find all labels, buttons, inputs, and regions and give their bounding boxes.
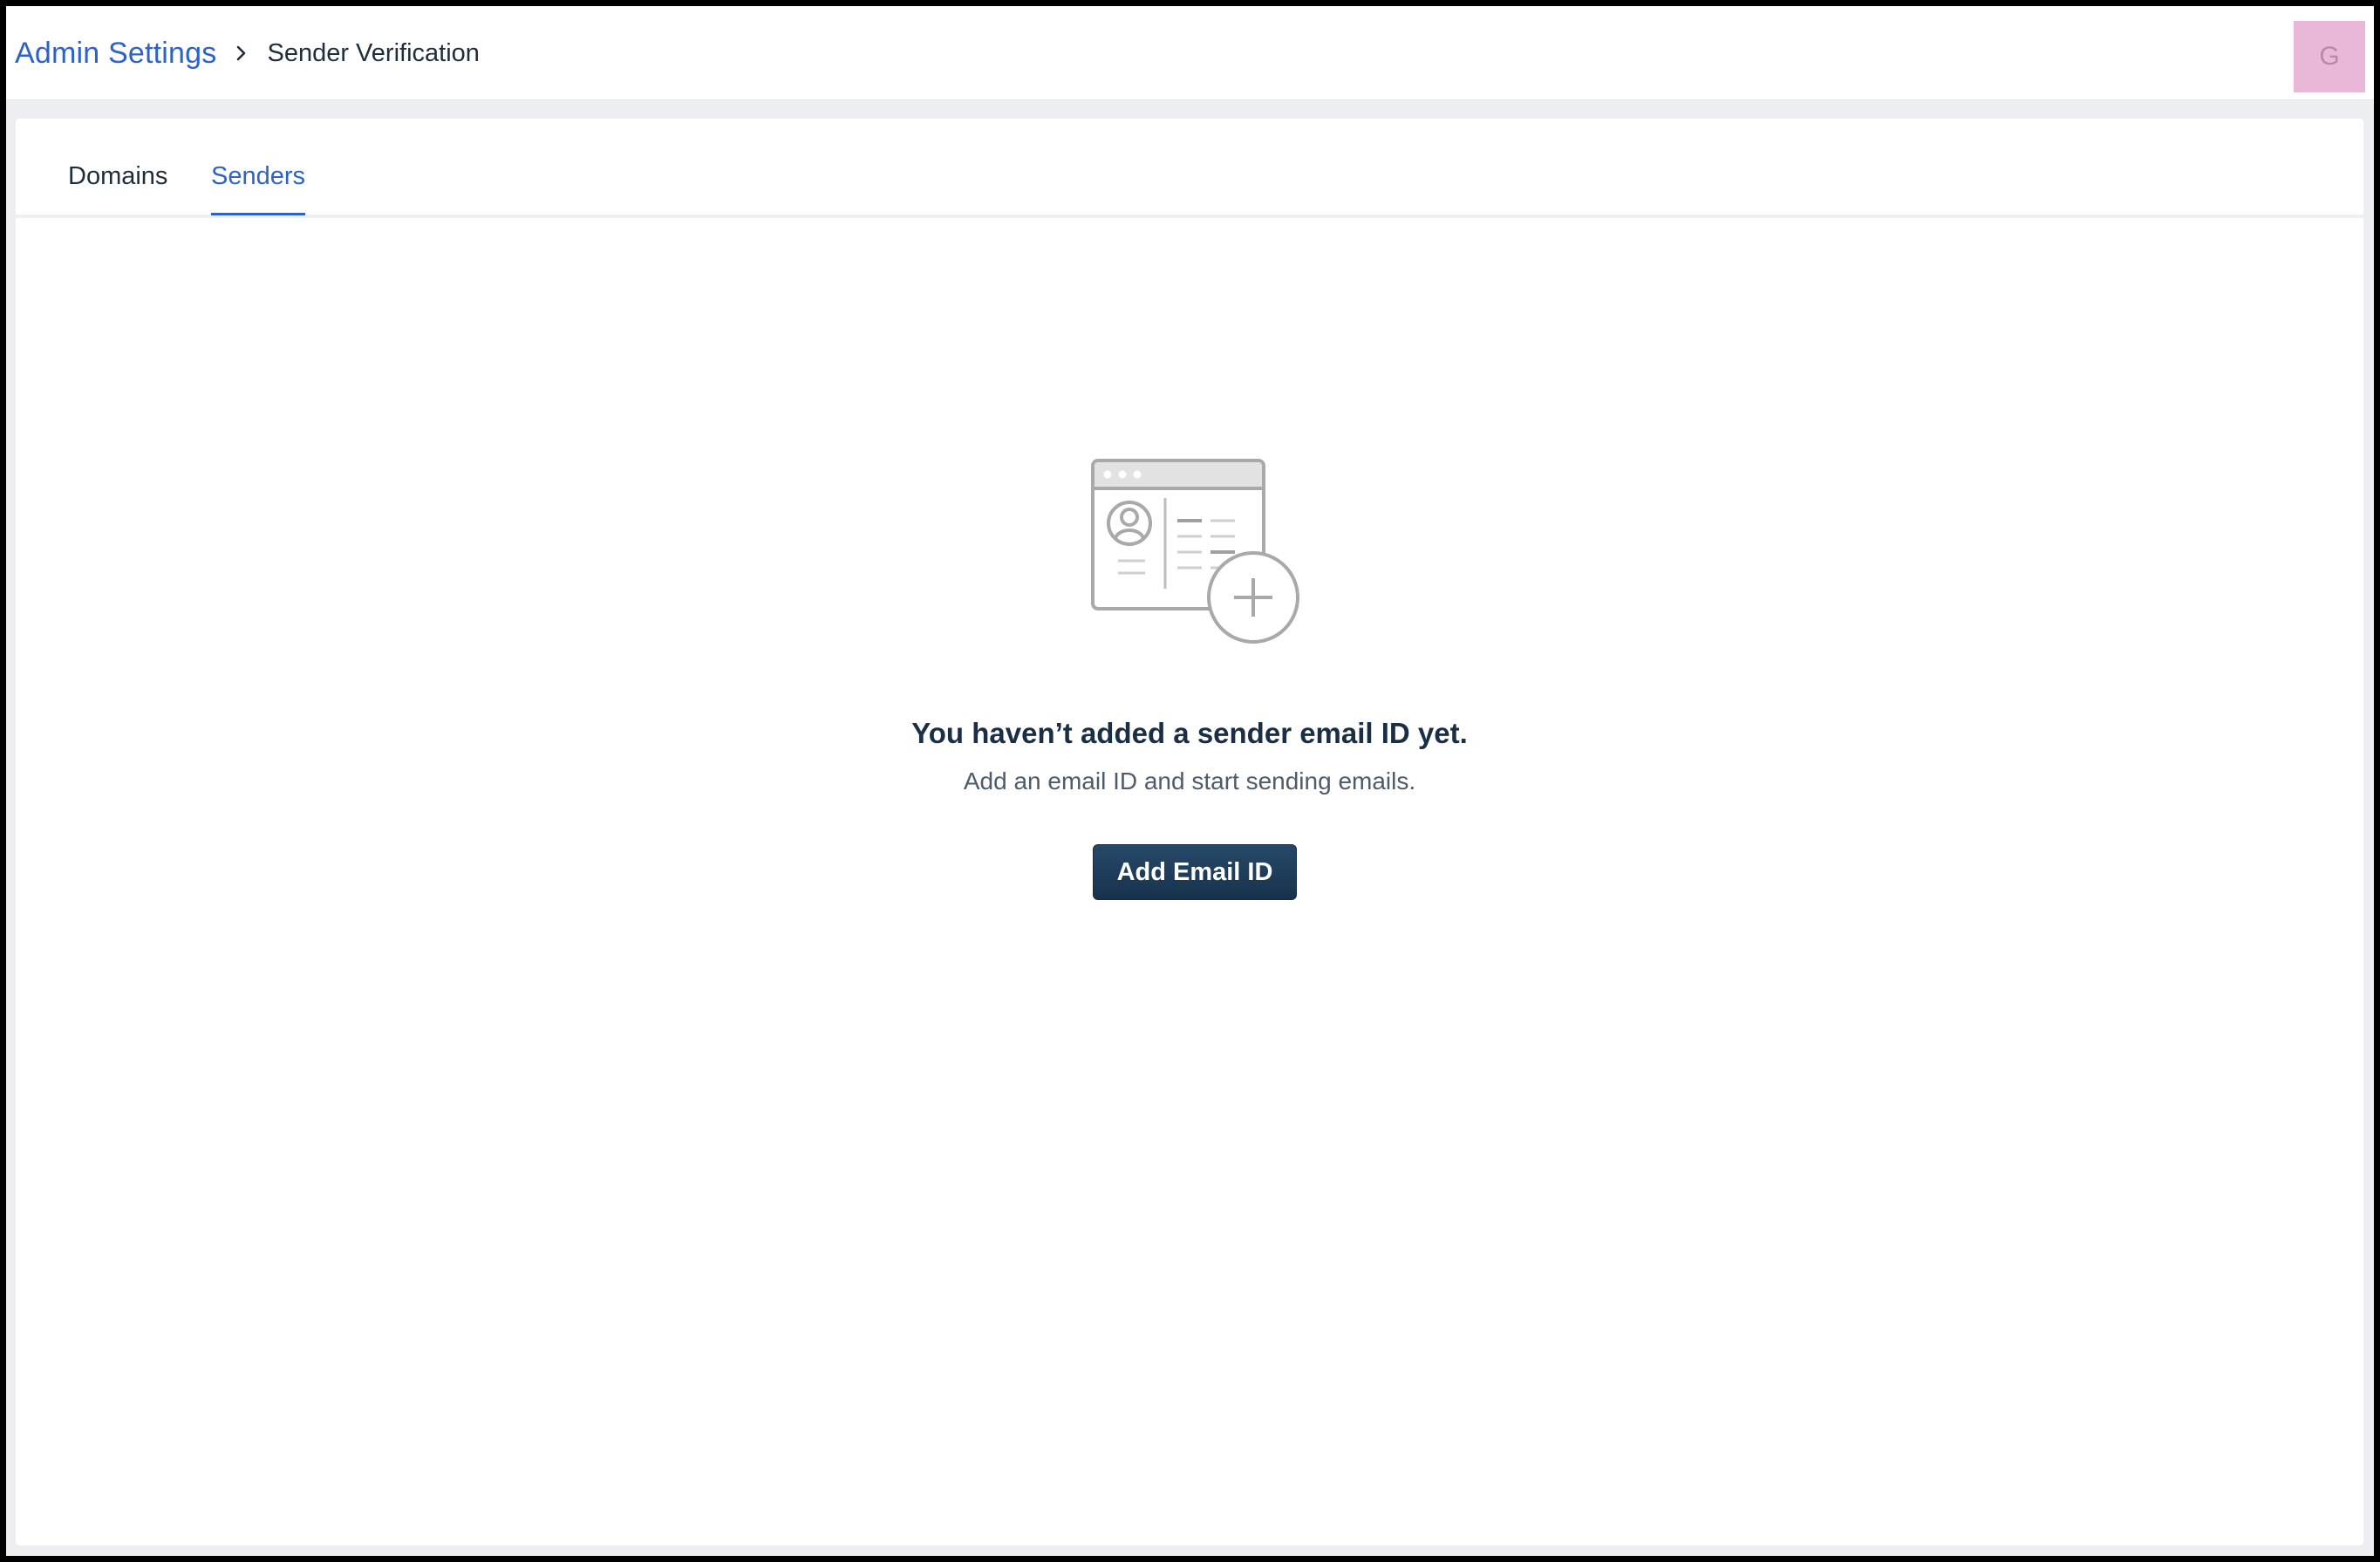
user-avatar[interactable]: G — [2294, 21, 2365, 92]
add-contact-card-icon — [1091, 459, 1299, 644]
tab-domains[interactable]: Domains — [68, 162, 167, 218]
add-email-id-button[interactable]: Add Email ID — [1093, 844, 1297, 900]
tab-senders-label: Senders — [211, 162, 306, 190]
app-frame: Admin Settings Sender Verification G Dom… — [6, 6, 2374, 1556]
tab-senders[interactable]: Senders — [211, 162, 306, 218]
empty-state-subtitle: Add an email ID and start sending emails… — [963, 767, 1416, 795]
breadcrumb-admin-settings-link[interactable]: Admin Settings — [15, 37, 216, 71]
tab-domains-label: Domains — [68, 162, 168, 190]
active-tab-indicator — [211, 213, 306, 215]
breadcrumb-current-page: Sender Verification — [267, 38, 480, 67]
empty-state-title: You haven’t added a sender email ID yet. — [911, 717, 1468, 749]
tab-bar: Domains Senders — [16, 119, 2363, 218]
top-header: Admin Settings Sender Verification G — [6, 6, 2374, 100]
chevron-right-icon — [216, 34, 267, 72]
content-card: Domains Senders You haven’t added a send… — [16, 119, 2363, 1545]
breadcrumb: Admin Settings Sender Verification — [15, 34, 480, 72]
